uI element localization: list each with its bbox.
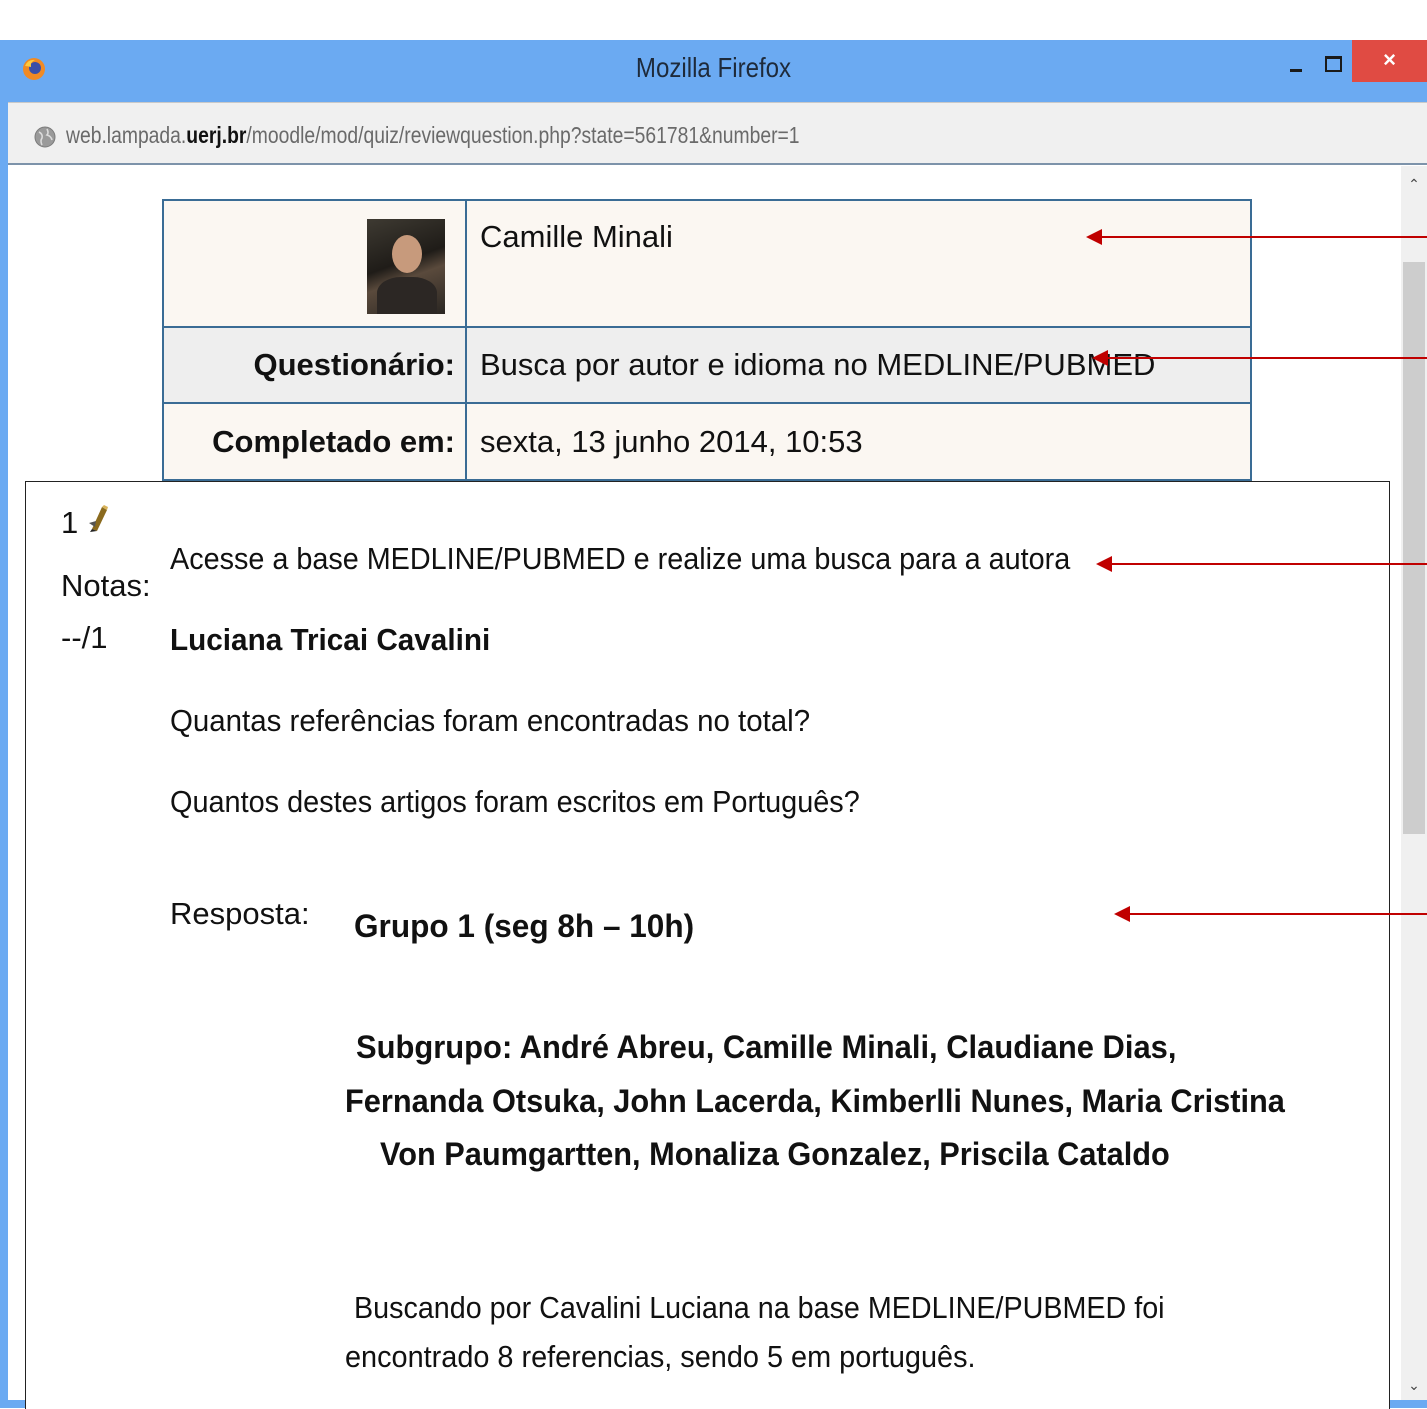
question-text-line1: Acesse a base MEDLINE/PUBMED e realize u… <box>170 541 1071 576</box>
grade-label: Notas: <box>61 568 151 603</box>
window-title: Mozilla Firefox <box>635 52 792 83</box>
student-name[interactable]: Camille Minali <box>480 219 673 255</box>
answer-text-line2: encontrado 8 referencias, sendo 5 em por… <box>345 1339 976 1374</box>
answer-subgroup-line3: Von Paumgartten, Monaliza Gonzalez, Pris… <box>380 1136 1170 1172</box>
answer-subgroup-line2: Fernanda Otsuka, John Lacerda, Kimberlli… <box>345 1083 1285 1119</box>
annotation-arrow-answer <box>1114 906 1427 922</box>
globe-icon <box>34 126 56 148</box>
annotation-arrow-student <box>1086 229 1427 245</box>
completed-date: sexta, 13 junho 2014, 10:53 <box>465 402 1252 481</box>
completed-row: Completado em: sexta, 13 junho 2014, 10:… <box>162 402 1252 481</box>
response-label: Resposta: <box>170 896 310 931</box>
close-icon[interactable]: × <box>1352 40 1427 82</box>
maximize-icon[interactable] <box>1316 48 1352 82</box>
annotation-arrow-question <box>1096 556 1427 572</box>
answer-subgroup-line1: Subgrupo: André Abreu, Camille Minali, C… <box>356 1029 1177 1065</box>
pencil-icon[interactable] <box>88 503 110 533</box>
student-row: Camille Minali <box>162 199 1252 328</box>
scroll-down-icon[interactable]: ⌄ <box>1401 1372 1427 1398</box>
quiz-name[interactable]: Busca por autor e idioma no MEDLINE/PUBM… <box>465 325 1252 405</box>
question-text-line3: Quantos destes artigos foram escritos em… <box>170 784 860 819</box>
completed-label: Completado em: <box>162 402 467 481</box>
avatar[interactable] <box>367 219 445 314</box>
scrollbar-thumb[interactable] <box>1403 262 1425 834</box>
quiz-label: Questionário: <box>162 325 467 405</box>
question-author: Luciana Tricai Cavalini <box>170 622 491 657</box>
scroll-up-icon[interactable]: ⌃ <box>1401 170 1427 196</box>
question-box <box>25 481 1390 1409</box>
grade-value: --/1 <box>61 620 108 655</box>
student-name-cell: Camille Minali <box>465 199 1252 328</box>
question-number: 1 <box>61 505 79 540</box>
minimize-icon[interactable] <box>1276 48 1312 82</box>
question-text-line2: Quantas referências foram encontradas no… <box>170 703 811 738</box>
annotation-arrow-quiz <box>1092 350 1427 366</box>
quiz-row: Questionário: Busca por autor e idioma n… <box>162 325 1252 405</box>
firefox-icon <box>23 58 45 80</box>
window-frame-left <box>0 102 8 1408</box>
avatar-cell <box>162 199 467 328</box>
answer-group: Grupo 1 (seg 8h – 10h) <box>354 908 695 944</box>
url-text[interactable]: web.lampada.uerj.br/moodle/mod/quiz/revi… <box>66 122 800 149</box>
answer-text-line1: Buscando por Cavalini Luciana na base ME… <box>354 1290 1165 1325</box>
